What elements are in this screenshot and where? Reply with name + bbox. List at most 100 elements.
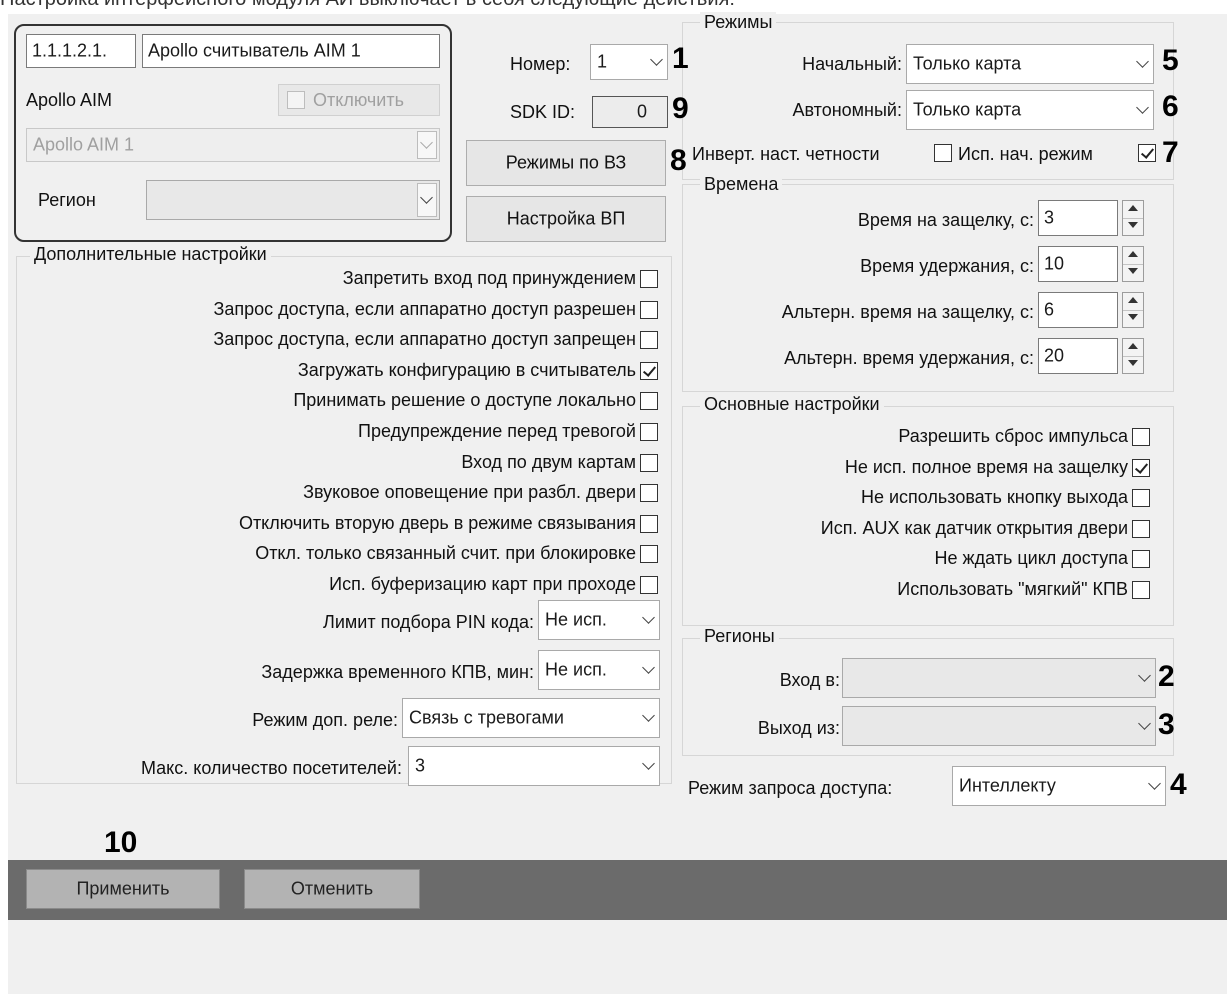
basic-option-label: Не исп. полное время на защелку (844, 456, 1128, 477)
chevron-down-icon (1136, 55, 1149, 68)
additional-option-checkbox[interactable] (640, 484, 658, 503)
relay-mode-label: Режим доп. реле: (252, 710, 398, 730)
use-initial-mode-checkbox[interactable] (1138, 144, 1156, 162)
exit-region-label: Выход из: (757, 718, 840, 738)
annotation-3: 3 (1158, 708, 1175, 741)
modes-title: Режимы (700, 12, 777, 33)
basic-option-checkbox[interactable] (1132, 519, 1150, 538)
annotation-10: 10 (104, 826, 138, 859)
additional-option-label: Загружать конфигурацию в считыватель (297, 359, 636, 380)
additional-option-label: Исп. буферизацию карт при проходе (329, 574, 636, 594)
parent-dropdown-button[interactable] (417, 131, 437, 159)
additional-option-label: Вход по двум картам (461, 451, 636, 472)
basic-option-checkbox[interactable] (1132, 581, 1150, 599)
number-label: Номер: (510, 54, 571, 74)
hold-time-field[interactable]: 10 (1038, 246, 1118, 282)
additional-option-checkbox[interactable] (640, 331, 658, 350)
footer-bar: Применить Отменить (8, 860, 1227, 920)
sdk-id-label: SDK ID: (510, 102, 576, 122)
use-initial-mode-label: Исп. нач. режим (958, 144, 1093, 164)
additional-option-checkbox[interactable] (640, 576, 658, 594)
max-visitors-label: Макс. количество посетителей: (140, 758, 402, 778)
basic-option-label: Не использовать кнопку выхода (860, 487, 1128, 508)
alt-latch-time-spinner[interactable] (1122, 292, 1144, 328)
additional-option-label: Запрос доступа, если аппаратно доступ ра… (213, 298, 636, 319)
access-request-mode-select[interactable]: Интеллекту (952, 766, 1166, 806)
parent-select[interactable]: Apollo AIM 1 (26, 128, 440, 162)
object-name-field[interactable]: Apollo считыватель AIM 1 (142, 34, 440, 68)
region-select[interactable] (146, 180, 440, 220)
basic-option-checkbox[interactable] (1132, 489, 1150, 508)
annotation-7: 7 (1162, 136, 1179, 169)
additional-option-checkbox[interactable] (640, 300, 658, 319)
additional-option-checkbox[interactable] (640, 545, 658, 564)
annotation-8: 8 (670, 144, 687, 177)
alt-hold-time-field[interactable]: 20 (1038, 338, 1118, 374)
time-row-label: Время на защелку, с: (857, 210, 1034, 230)
latch-time-field[interactable]: 3 (1038, 200, 1118, 236)
vp-settings-button[interactable]: Настройка ВП (466, 196, 666, 242)
pin-limit-select[interactable]: Не исп. (538, 600, 660, 640)
additional-option-label: Откл. только связанный счит. при блокиро… (255, 543, 636, 564)
time-row-label: Альтерн. время на защелку, с: (781, 302, 1034, 322)
alt-hold-time-spinner[interactable] (1122, 338, 1144, 374)
chevron-down-icon (1148, 777, 1161, 790)
invert-parity-checkbox[interactable] (934, 144, 952, 162)
document-caption: Настройка интерфейсного модуля АИ выключ… (0, 0, 735, 11)
basic-settings-title: Основные настройки (700, 394, 884, 415)
annotation-4: 4 (1170, 768, 1187, 801)
initial-mode-select[interactable]: Только карта (906, 44, 1154, 84)
additional-option-label: Предупреждение перед тревогой (358, 421, 636, 441)
cancel-button[interactable]: Отменить (244, 869, 420, 909)
region-dropdown-button[interactable] (417, 183, 437, 217)
chevron-down-icon (1138, 669, 1151, 682)
chevron-down-icon (420, 191, 433, 204)
modes-by-time-zone-button[interactable]: Режимы по ВЗ (466, 140, 666, 186)
additional-option-checkbox[interactable] (640, 270, 658, 288)
time-row-label: Альтерн. время удержания, с: (784, 348, 1034, 368)
entry-region-label: Вход в: (779, 670, 840, 690)
exit-region-select[interactable] (842, 706, 1156, 746)
chevron-down-icon (642, 661, 655, 674)
disable-checkbox[interactable] (287, 91, 305, 109)
parent-label: Apollo AIM (26, 90, 113, 110)
additional-option-checkbox[interactable] (640, 392, 658, 411)
object-id-field[interactable]: 1.1.1.2.1. (26, 34, 136, 68)
basic-option-checkbox[interactable] (1132, 428, 1150, 446)
autonomous-mode-select[interactable]: Только карта (906, 90, 1154, 130)
chevron-down-icon (1138, 717, 1151, 730)
kpv-delay-label: Задержка временного КПВ, мин: (261, 662, 534, 682)
basic-option-label: Не ждать цикл доступа (934, 548, 1128, 569)
annotation-6: 6 (1162, 90, 1179, 123)
autonomous-mode-label: Автономный: (792, 100, 903, 120)
additional-option-label: Принимать решение о доступе локально (293, 390, 636, 411)
latch-time-spinner[interactable] (1122, 200, 1144, 236)
time-row-label: Время удержания, с: (860, 256, 1034, 276)
region-label: Регион (38, 190, 96, 210)
max-visitors-select[interactable]: 3 (408, 746, 660, 786)
additional-settings-title: Дополнительные настройки (30, 244, 271, 265)
pin-limit-label: Лимит подбора PIN кода: (323, 612, 534, 632)
entry-region-select[interactable] (842, 658, 1156, 698)
alt-latch-time-field[interactable]: 6 (1038, 292, 1118, 328)
annotation-2: 2 (1158, 660, 1175, 693)
access-request-mode-label: Режим запроса доступа: (688, 778, 893, 798)
number-select[interactable]: 1 (590, 44, 668, 80)
hold-time-spinner[interactable] (1122, 246, 1144, 282)
additional-option-checkbox[interactable] (640, 361, 658, 380)
basic-option-checkbox[interactable] (1132, 458, 1150, 477)
chevron-down-icon (642, 709, 655, 722)
basic-option-checkbox[interactable] (1132, 550, 1150, 569)
basic-option-label: Разрешить сброс импульса (898, 426, 1128, 446)
additional-option-checkbox[interactable] (640, 423, 658, 441)
additional-option-checkbox[interactable] (640, 453, 658, 472)
sdk-id-field: 0 (592, 96, 668, 128)
additional-option-label: Звуковое оповещение при разбл. двери (303, 482, 636, 503)
disable-control[interactable]: Отключить (278, 84, 440, 116)
apply-button[interactable]: Применить (26, 869, 220, 909)
kpv-delay-select[interactable]: Не исп. (538, 650, 660, 690)
times-title: Времена (700, 174, 783, 195)
additional-option-checkbox[interactable] (640, 514, 658, 533)
regions-title: Регионы (700, 626, 779, 647)
relay-mode-select[interactable]: Связь с тревогами (402, 698, 660, 738)
